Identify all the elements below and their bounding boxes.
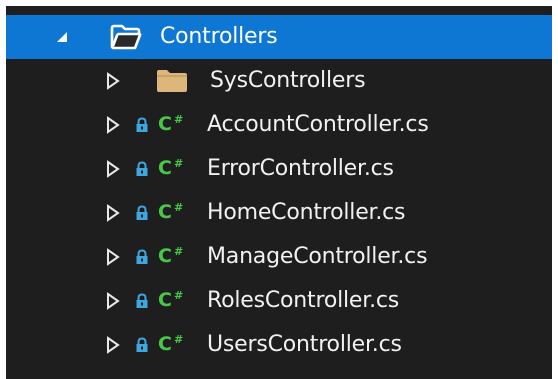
svg-text:C: C (158, 245, 172, 267)
lock-icon (135, 337, 149, 353)
tree-item-label: RolesController.cs (207, 288, 400, 313)
svg-text:C: C (158, 113, 172, 135)
tree-item-label: UsersController.cs (207, 332, 402, 357)
expand-arrow-icon[interactable] (103, 103, 123, 147)
tree-item-label: HomeController.cs (207, 200, 406, 225)
svg-text:#: # (174, 201, 183, 214)
expand-arrow-icon[interactable] (103, 191, 123, 235)
expand-arrow-icon[interactable] (103, 235, 123, 279)
csharp-file-icon: C # (157, 287, 193, 313)
lock-icon (135, 205, 149, 221)
folder-icon (156, 69, 188, 93)
svg-text:#: # (174, 157, 183, 170)
tree-item-userscontroller[interactable]: C # UsersController.cs (6, 323, 552, 367)
tree-item-syscontrollers[interactable]: SysControllers (6, 59, 552, 103)
csharp-file-icon: C # (157, 155, 193, 181)
tree-item-controllers[interactable]: Controllers (6, 15, 552, 59)
svg-text:#: # (174, 245, 183, 258)
open-folder-icon (110, 24, 142, 50)
svg-text:C: C (158, 289, 172, 311)
expand-arrow-icon[interactable] (103, 59, 123, 103)
collapse-arrow-icon[interactable] (52, 15, 72, 59)
tree-item-label: SysControllers (210, 68, 366, 93)
tree-item-homecontroller[interactable]: C # HomeController.cs (6, 191, 552, 235)
csharp-file-icon: C # (157, 111, 193, 137)
svg-text:#: # (174, 113, 183, 126)
expand-arrow-icon[interactable] (103, 279, 123, 323)
expand-arrow-icon[interactable] (103, 147, 123, 191)
tree-item-errorcontroller[interactable]: C # ErrorController.cs (6, 147, 552, 191)
tree-item-rolescontroller[interactable]: C # RolesController.cs (6, 279, 552, 323)
svg-text:#: # (174, 333, 183, 346)
csharp-file-icon: C # (157, 243, 193, 269)
lock-icon (135, 161, 149, 177)
tree-item-label: ManageController.cs (207, 244, 428, 269)
solution-explorer-tree: Controllers SysControllers C # AccountCo… (6, 6, 552, 379)
lock-icon (135, 249, 149, 265)
tree-item-label: ErrorController.cs (207, 156, 394, 181)
svg-text:C: C (158, 201, 172, 223)
svg-text:#: # (174, 289, 183, 302)
tree-item-label: Controllers (160, 24, 278, 49)
csharp-file-icon: C # (157, 199, 193, 225)
lock-icon (135, 117, 149, 133)
tree-item-label: AccountController.cs (207, 112, 429, 137)
tree-item-managecontroller[interactable]: C # ManageController.cs (6, 235, 552, 279)
svg-text:C: C (158, 333, 172, 355)
tree-item-accountcontroller[interactable]: C # AccountController.cs (6, 103, 552, 147)
svg-text:C: C (158, 157, 172, 179)
expand-arrow-icon[interactable] (103, 323, 123, 367)
lock-icon (135, 293, 149, 309)
csharp-file-icon: C # (157, 331, 193, 357)
